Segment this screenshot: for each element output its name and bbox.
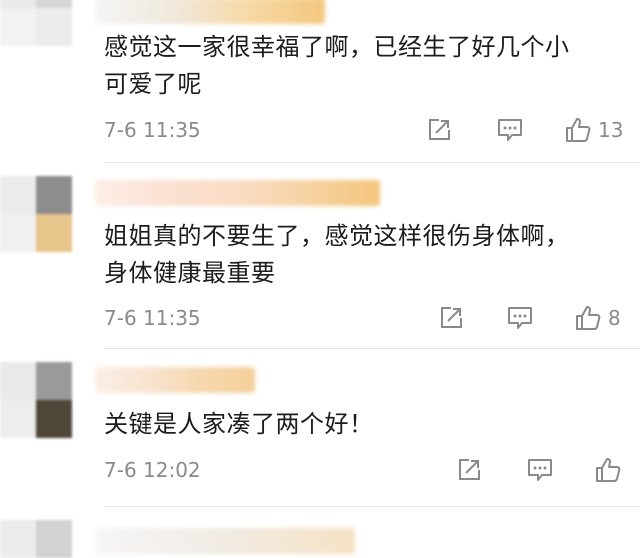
divider [104,162,640,163]
comment-text: 感觉这一家很幸福了啊，已经生了好几个小 可爱了呢 [104,29,634,103]
share-icon [429,119,450,140]
comment-text-line: 可爱了呢 [104,70,202,98]
username-blurred[interactable] [95,180,380,206]
share-button[interactable] [426,115,452,145]
comment-button[interactable] [506,303,534,333]
avatar[interactable] [0,176,76,252]
like-button[interactable] [594,455,628,485]
comment-text-line: 身体健康最重要 [104,259,276,287]
avatar[interactable] [0,520,76,558]
comment-partial-bottom [0,520,640,558]
comment-meta: 7-6 11:35 8 [104,303,634,333]
comment-text-line: 姐姐真的不要生了，感觉这样很伤身体啊， [104,222,570,250]
like-button[interactable]: 8 [574,303,621,333]
comment-icon [528,459,552,481]
like-count: 8 [608,306,621,330]
username-blurred[interactable] [95,0,325,24]
share-icon [459,459,480,480]
share-button[interactable] [456,455,482,485]
share-icon [441,307,462,328]
comment-text-line: 感觉这一家很幸福了啊，已经生了好几个小 [104,33,570,61]
like-button[interactable]: 13 [564,115,623,145]
comment-meta: 7-6 11:35 13 [104,115,634,145]
username-blurred[interactable] [95,528,355,554]
avatar[interactable] [0,362,76,438]
comment-icon [498,119,522,141]
comment-button[interactable] [496,115,524,145]
username-blurred[interactable] [95,367,255,393]
comment-meta: 7-6 12:02 [104,455,634,485]
comment-time: 7-6 12:02 [104,458,201,482]
comment-text-line: 关键是人家凑了两个好！ [104,410,374,438]
thumbs-up-icon [596,458,621,482]
comment-time: 7-6 11:35 [104,306,201,330]
like-count: 13 [598,118,624,142]
comment-text: 关键是人家凑了两个好！ [104,406,634,443]
avatar[interactable] [0,0,76,46]
comment-icon [508,307,532,329]
thumbs-up-icon [566,118,591,142]
share-button[interactable] [438,303,464,333]
comment-button[interactable] [526,455,554,485]
divider [104,506,640,507]
thumbs-up-icon [576,306,601,330]
comment-text: 姐姐真的不要生了，感觉这样很伤身体啊， 身体健康最重要 [104,218,634,292]
comment-time: 7-6 11:35 [104,118,201,142]
divider [104,348,640,349]
